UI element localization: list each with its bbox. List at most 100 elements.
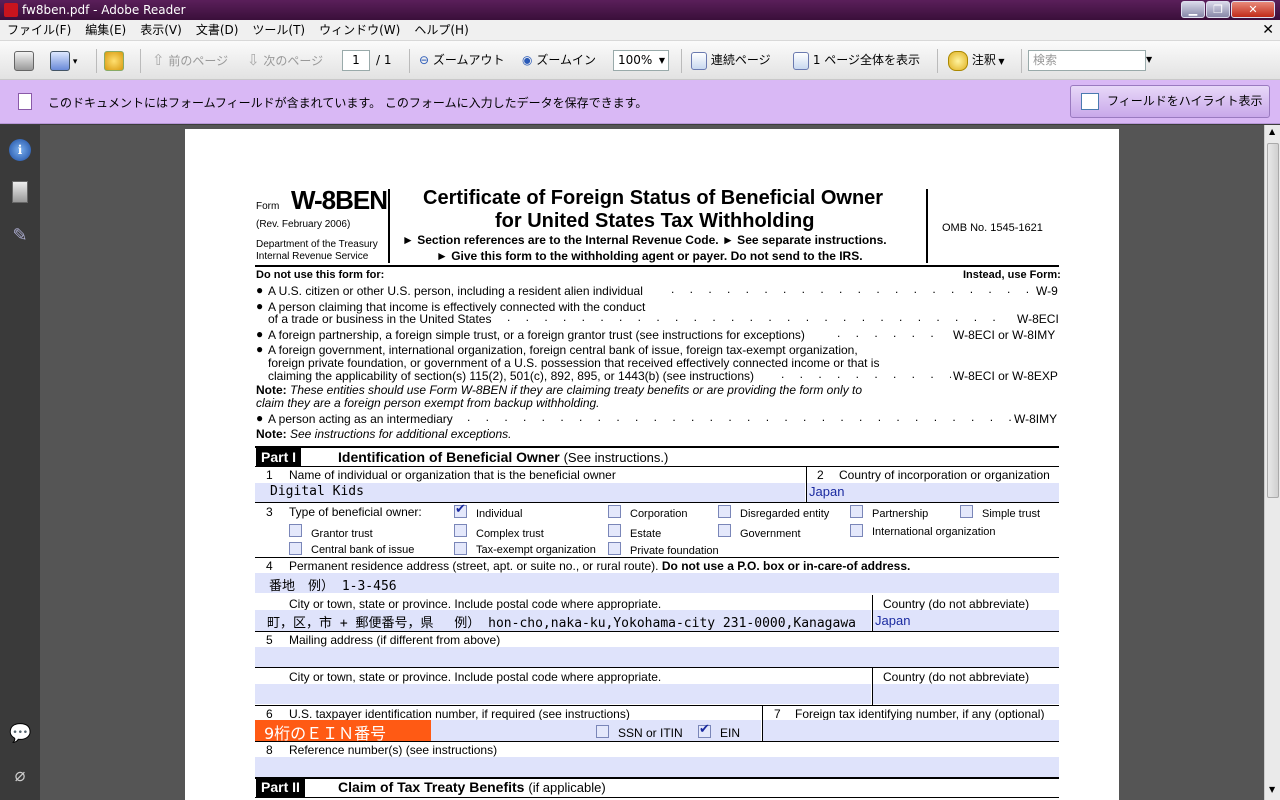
foreign-tax-id-field[interactable] — [763, 720, 1059, 741]
fit-page-icon — [793, 51, 809, 70]
note-1-label: Note: — [256, 383, 287, 397]
zoom-out-button[interactable]: ⊖ ズームアウト — [419, 49, 505, 71]
note-1b: claim they are a foreign person exempt f… — [256, 396, 600, 410]
simple-trust-checkbox[interactable] — [960, 505, 973, 518]
grantor-trust-label: Grantor trust — [311, 528, 373, 540]
printer-icon — [14, 50, 34, 71]
menu-document[interactable]: 文書(D) — [189, 20, 246, 41]
next-page-button[interactable]: ⇩ 次のページ — [247, 49, 323, 71]
central-bank-checkbox[interactable] — [289, 542, 302, 555]
line-2-label: Country of incorporation or organization — [839, 468, 1050, 482]
window-title: fw8ben.pdf - Adobe Reader — [22, 3, 186, 17]
note-1a: These entities should use Form W-8BEN if… — [290, 383, 863, 397]
us-tin-field[interactable]: 9桁のＥＩＮ番号 — [255, 720, 431, 743]
line-4-label: Permanent residence address (street, apt… — [289, 559, 911, 573]
print-button[interactable] — [14, 49, 34, 71]
menu-help[interactable]: ヘルプ(H) — [407, 20, 475, 41]
ein-label: EIN — [720, 726, 741, 740]
document-form-icon — [18, 93, 32, 110]
minimize-button[interactable]: ▁ — [1181, 1, 1205, 18]
tax-exempt-checkbox[interactable] — [454, 542, 467, 555]
vertical-scrollbar[interactable]: ▲ ▼ — [1264, 125, 1280, 800]
ssn-itin-label: SSN or ITIN — [618, 726, 683, 740]
menu-window[interactable]: ウィンドウ(W) — [312, 20, 407, 41]
international-organization-label: International organization — [872, 526, 996, 538]
scrollbar-thumb[interactable] — [1267, 143, 1279, 498]
residence-country-field[interactable]: Japan — [873, 610, 1059, 631]
zoom-in-radio-icon: ◉ — [522, 53, 533, 67]
complex-trust-checkbox[interactable] — [454, 524, 467, 537]
zoom-in-button[interactable]: ◉ ズームイン — [522, 49, 596, 71]
mailing-country-field[interactable] — [873, 684, 1059, 704]
menu-view[interactable]: 表示(V) — [133, 20, 189, 41]
info-icon[interactable]: i — [9, 139, 31, 161]
line-1-number: 1 — [266, 468, 273, 482]
line-5-label: Mailing address (if different from above… — [289, 633, 501, 647]
ssn-itin-checkbox[interactable] — [596, 725, 609, 738]
line-8-label: Reference number(s) (see instructions) — [289, 743, 498, 757]
line-7-number: 7 — [774, 707, 781, 721]
estate-checkbox[interactable] — [608, 524, 621, 537]
page-number-input[interactable]: 1 — [342, 50, 370, 71]
share-button[interactable]: ▾ — [50, 49, 77, 71]
highlight-fields-button[interactable]: フィールドをハイライト表示 — [1070, 85, 1270, 118]
reference-number-field[interactable] — [255, 757, 1059, 777]
bullet-2: ● — [256, 299, 264, 313]
exclusion-3-form: W-8ECI or W-8IMY — [953, 328, 1056, 342]
country-of-incorporation-field[interactable]: Japan — [807, 483, 1059, 502]
mailing-city-field[interactable] — [255, 684, 871, 704]
international-organization-checkbox[interactable] — [850, 524, 863, 537]
corporation-checkbox[interactable] — [608, 505, 621, 518]
residence-city-field[interactable]: 町，区，市 + 郵便番号，県 例） hon-cho,naka-ku,Yokoha… — [255, 610, 871, 631]
grantor-trust-checkbox[interactable] — [289, 524, 302, 537]
scroll-up-icon[interactable]: ▲ — [1269, 127, 1275, 136]
partnership-checkbox[interactable] — [850, 505, 863, 518]
sign-button[interactable] — [104, 49, 124, 71]
disregarded-entity-checkbox[interactable] — [718, 505, 731, 518]
pdf-page: Form W-8BEN (Rev. February 2006) Departm… — [185, 129, 1119, 800]
form-title-line-1: Certificate of Foreign Status of Benefic… — [423, 187, 884, 209]
residence-address-field[interactable]: 番地 例） 1-3-456 — [255, 573, 1059, 594]
close-document-icon[interactable]: ✕ — [1262, 22, 1274, 38]
search-input[interactable]: 検索 — [1028, 50, 1146, 71]
form-subtitle-1: ► Section references are to the Internal… — [402, 233, 887, 247]
menu-edit[interactable]: 編集(E) — [78, 20, 133, 41]
scroll-down-icon[interactable]: ▼ — [1269, 785, 1275, 794]
zoom-level-select[interactable]: 100% ▼ — [613, 50, 669, 71]
continuous-page-icon — [691, 51, 707, 70]
mailing-country-label: Country (do not abbreviate) — [883, 670, 1030, 684]
close-window-button[interactable]: ✕ — [1231, 1, 1275, 18]
bullet-3: ● — [256, 327, 264, 341]
ein-checkbox[interactable] — [698, 722, 711, 738]
exclusion-1: A U.S. citizen or other U.S. person, inc… — [268, 284, 643, 298]
government-checkbox[interactable] — [718, 524, 731, 537]
mailing-address-field[interactable] — [255, 647, 1059, 667]
comments-panel-icon[interactable]: 💬 — [9, 723, 31, 745]
line-6-label: U.S. taxpayer identification number, if … — [289, 707, 630, 721]
form-id: W-8BEN — [291, 185, 388, 215]
country-label: Country (do not abbreviate) — [883, 597, 1030, 611]
individual-checkbox[interactable] — [454, 502, 467, 518]
form-title-line-2: for United States Tax Withholding — [495, 210, 815, 232]
search-dropdown-icon[interactable]: ▼ — [1146, 49, 1152, 71]
private-foundation-checkbox[interactable] — [608, 542, 621, 555]
exclusion-4-form: W-8ECI or W-8EXP — [953, 369, 1058, 383]
attachments-paperclip-icon[interactable]: ⌀ — [9, 765, 31, 787]
beneficial-owner-name-field[interactable]: Digital Kids — [255, 483, 805, 502]
prev-page-button[interactable]: ⇧ 前のページ — [152, 49, 228, 71]
continuous-page-button[interactable]: 連続ページ — [691, 49, 771, 71]
menu-tools[interactable]: ツール(T) — [245, 20, 312, 41]
exclusion-3: A foreign partnership, a foreign simple … — [268, 328, 805, 342]
part-1-title: Identification of Beneficial Owner (See … — [338, 449, 669, 465]
maximize-button[interactable]: ❐ — [1206, 1, 1230, 18]
menu-file[interactable]: ファイル(F) — [0, 20, 78, 41]
chevron-down-icon: ▼ — [658, 56, 665, 65]
pages-icon[interactable] — [12, 181, 28, 203]
signatures-icon[interactable]: ✎ — [9, 225, 31, 247]
comment-button[interactable]: 注釈 ▼ — [948, 49, 1005, 71]
bullet-1: ● — [256, 283, 264, 297]
fit-page-button[interactable]: 1 ページ全体を表示 — [793, 49, 920, 71]
city-label: City or town, state or province. Include… — [289, 597, 662, 611]
omb-number: OMB No. 1545-1621 — [942, 222, 1043, 234]
menu-bar: ファイル(F) 編集(E) 表示(V) 文書(D) ツール(T) ウィンドウ(W) ヘルプ(… — [0, 20, 1280, 41]
